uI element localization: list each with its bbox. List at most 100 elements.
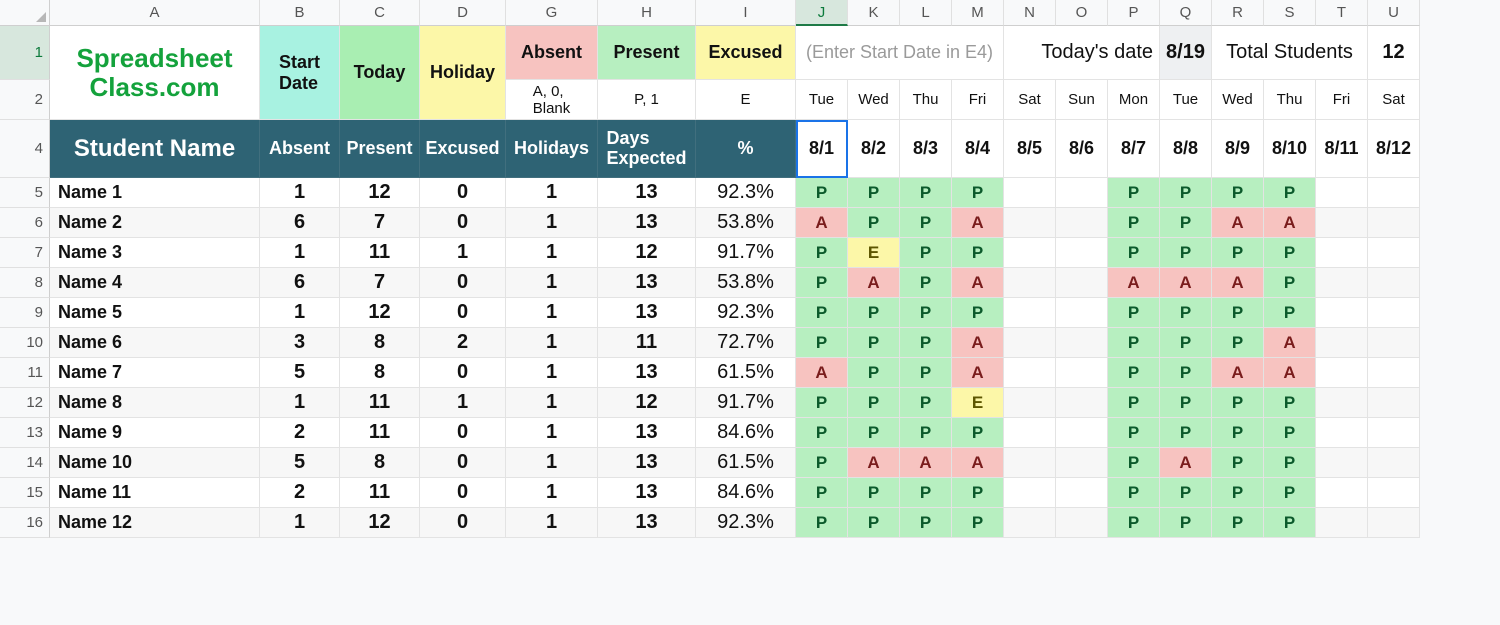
absent-cell[interactable]: 5: [260, 358, 340, 388]
attendance-cell[interactable]: [1004, 358, 1056, 388]
row-header-7[interactable]: 7: [0, 238, 50, 268]
absent-cell[interactable]: 1: [260, 508, 340, 538]
attendance-cell[interactable]: A: [796, 208, 848, 238]
attendance-cell[interactable]: [1316, 238, 1368, 268]
attendance-cell[interactable]: A: [1264, 208, 1316, 238]
attendance-cell[interactable]: P: [900, 478, 952, 508]
attendance-cell[interactable]: [1316, 388, 1368, 418]
attendance-cell[interactable]: P: [1160, 388, 1212, 418]
student-name-cell[interactable]: Name 4: [50, 268, 260, 298]
absent-cell[interactable]: 3: [260, 328, 340, 358]
attendance-cell[interactable]: P: [900, 388, 952, 418]
select-all-corner[interactable]: [0, 0, 50, 26]
holidays-cell[interactable]: 1: [506, 298, 598, 328]
percent-cell[interactable]: 92.3%: [696, 298, 796, 328]
attendance-cell[interactable]: P: [900, 298, 952, 328]
attendance-cell[interactable]: [1368, 328, 1420, 358]
excused-cell[interactable]: 1: [420, 388, 506, 418]
attendance-cell[interactable]: P: [952, 478, 1004, 508]
attendance-cell[interactable]: P: [1160, 418, 1212, 448]
row-header-10[interactable]: 10: [0, 328, 50, 358]
date-header[interactable]: 8/10: [1264, 120, 1316, 178]
row-header-12[interactable]: 12: [0, 388, 50, 418]
row-header-13[interactable]: 13: [0, 418, 50, 448]
attendance-cell[interactable]: [1056, 178, 1108, 208]
attendance-cell[interactable]: P: [900, 508, 952, 538]
days-expected-cell[interactable]: 13: [598, 508, 696, 538]
attendance-cell[interactable]: P: [1160, 478, 1212, 508]
attendance-cell[interactable]: A: [952, 268, 1004, 298]
attendance-cell[interactable]: [1368, 268, 1420, 298]
days-expected-cell[interactable]: 13: [598, 418, 696, 448]
attendance-cell[interactable]: P: [1160, 328, 1212, 358]
excused-cell[interactable]: 0: [420, 178, 506, 208]
attendance-cell[interactable]: P: [1160, 208, 1212, 238]
attendance-cell[interactable]: [1056, 328, 1108, 358]
present-cell[interactable]: 12: [340, 298, 420, 328]
attendance-cell[interactable]: [1056, 388, 1108, 418]
attendance-cell[interactable]: P: [1108, 178, 1160, 208]
excused-cell[interactable]: 0: [420, 298, 506, 328]
percent-cell[interactable]: 53.8%: [696, 208, 796, 238]
attendance-cell[interactable]: [1368, 298, 1420, 328]
attendance-cell[interactable]: [1316, 418, 1368, 448]
attendance-cell[interactable]: P: [796, 508, 848, 538]
attendance-cell[interactable]: [1004, 208, 1056, 238]
percent-cell[interactable]: 84.6%: [696, 418, 796, 448]
row-header-8[interactable]: 8: [0, 268, 50, 298]
col-header-G[interactable]: G: [506, 0, 598, 26]
holidays-cell[interactable]: 1: [506, 328, 598, 358]
attendance-cell[interactable]: P: [900, 328, 952, 358]
attendance-cell[interactable]: [1316, 328, 1368, 358]
holidays-cell[interactable]: 1: [506, 508, 598, 538]
absent-cell[interactable]: 6: [260, 208, 340, 238]
attendance-cell[interactable]: P: [848, 178, 900, 208]
attendance-cell[interactable]: P: [1212, 178, 1264, 208]
percent-cell[interactable]: 61.5%: [696, 448, 796, 478]
attendance-cell[interactable]: P: [848, 358, 900, 388]
student-name-cell[interactable]: Name 10: [50, 448, 260, 478]
attendance-cell[interactable]: [1004, 388, 1056, 418]
date-header[interactable]: 8/4: [952, 120, 1004, 178]
attendance-cell[interactable]: [1316, 478, 1368, 508]
attendance-cell[interactable]: [1368, 448, 1420, 478]
attendance-cell[interactable]: [1004, 298, 1056, 328]
present-cell[interactable]: 7: [340, 268, 420, 298]
attendance-cell[interactable]: P: [1108, 328, 1160, 358]
col-header-N[interactable]: N: [1004, 0, 1056, 26]
excused-cell[interactable]: 0: [420, 358, 506, 388]
attendance-cell[interactable]: [1056, 298, 1108, 328]
attendance-cell[interactable]: P: [900, 358, 952, 388]
absent-cell[interactable]: 6: [260, 268, 340, 298]
col-header-C[interactable]: C: [340, 0, 420, 26]
attendance-cell[interactable]: A: [1108, 268, 1160, 298]
attendance-cell[interactable]: P: [1160, 238, 1212, 268]
attendance-cell[interactable]: [1004, 268, 1056, 298]
attendance-cell[interactable]: [1368, 358, 1420, 388]
holidays-cell[interactable]: 1: [506, 418, 598, 448]
attendance-cell[interactable]: P: [1108, 388, 1160, 418]
absent-cell[interactable]: 2: [260, 418, 340, 448]
present-cell[interactable]: 8: [340, 328, 420, 358]
attendance-cell[interactable]: P: [1212, 418, 1264, 448]
attendance-cell[interactable]: P: [1212, 508, 1264, 538]
excused-cell[interactable]: 0: [420, 268, 506, 298]
col-header-M[interactable]: M: [952, 0, 1004, 26]
col-header-R[interactable]: R: [1212, 0, 1264, 26]
attendance-cell[interactable]: P: [1264, 508, 1316, 538]
date-header[interactable]: 8/2: [848, 120, 900, 178]
holidays-cell[interactable]: 1: [506, 268, 598, 298]
attendance-cell[interactable]: E: [848, 238, 900, 268]
attendance-cell[interactable]: P: [796, 328, 848, 358]
attendance-cell[interactable]: P: [1108, 448, 1160, 478]
excused-cell[interactable]: 0: [420, 418, 506, 448]
holidays-cell[interactable]: 1: [506, 238, 598, 268]
attendance-cell[interactable]: [1368, 388, 1420, 418]
attendance-cell[interactable]: P: [1108, 238, 1160, 268]
excused-cell[interactable]: 0: [420, 208, 506, 238]
col-header-T[interactable]: T: [1316, 0, 1368, 26]
attendance-cell[interactable]: [1056, 358, 1108, 388]
attendance-cell[interactable]: A: [952, 448, 1004, 478]
attendance-cell[interactable]: P: [848, 418, 900, 448]
attendance-cell[interactable]: [1056, 448, 1108, 478]
